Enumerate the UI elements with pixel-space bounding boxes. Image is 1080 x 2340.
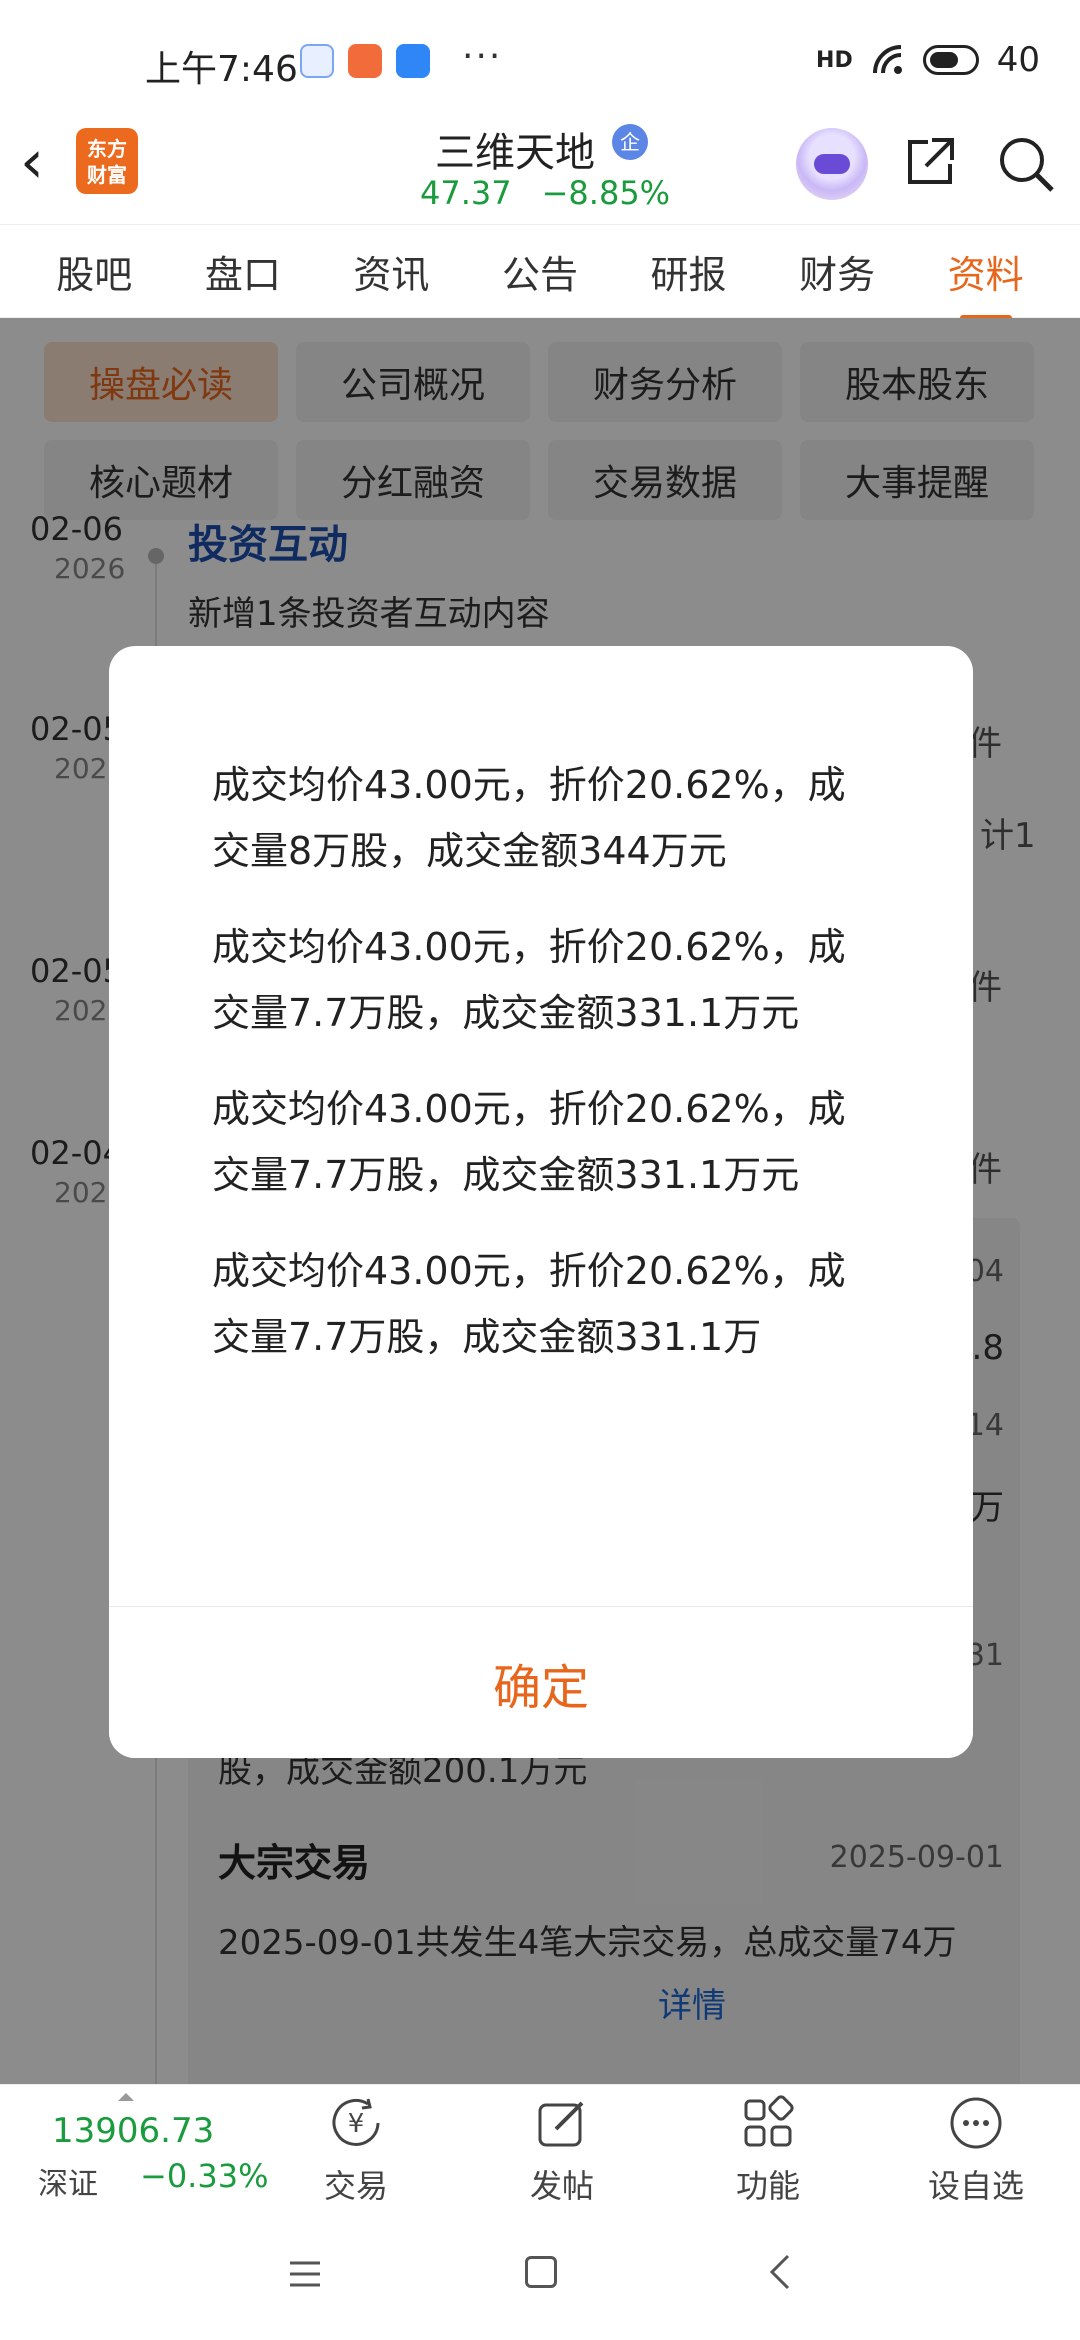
functions-label: 功能 [735, 2167, 800, 2205]
more-notifications-icon: ··· [462, 36, 503, 77]
logo-text-top: 东方 [87, 137, 127, 161]
trade-button[interactable]: ¥ 交易 [286, 2095, 426, 2207]
logo-text-bottom: 财富 [87, 163, 127, 187]
recent-apps-icon[interactable] [288, 2260, 322, 2288]
block-trade-dialog: 成交均价43.00元，折价20.62%，成交量8万股，成交金额344万元 成交均… [109, 646, 973, 1758]
post-button[interactable]: 发帖 [492, 2095, 632, 2207]
system-nav-bar [0, 2210, 1080, 2340]
tab-finance[interactable]: 财务 [799, 244, 875, 299]
stock-name: 三维天地 [435, 130, 595, 176]
deal-item: 成交均价43.00元，折价20.62%，成交量7.7万股，成交金额331.1万元 [212, 925, 846, 1035]
svg-text:¥: ¥ [348, 2109, 365, 2139]
tab-pankou[interactable]: 盘口 [205, 244, 281, 299]
status-right: HD 40 [816, 40, 1040, 80]
index-value[interactable]: 13906.73 [52, 2111, 214, 2151]
stock-tabs: 股吧 盘口 资讯 公告 研报 财务 资料 [0, 224, 1080, 321]
tab-guba[interactable]: 股吧 [56, 244, 132, 299]
search-icon[interactable] [996, 134, 1056, 194]
signal-icon: HD [816, 47, 853, 73]
trade-label: 交易 [323, 2167, 388, 2205]
status-bar: 上午7:46 ··· HD 40 [0, 0, 1080, 120]
tab-news[interactable]: 资讯 [353, 244, 429, 299]
status-app-icons [300, 44, 430, 78]
add-watchlist-button[interactable]: 设自选 [906, 2095, 1046, 2207]
index-name: 深证 [38, 2167, 98, 2202]
blue-app-icon [396, 44, 430, 78]
orange-app-icon [348, 44, 382, 78]
deal-item: 成交均价43.00元，折价20.62%，成交量8万股，成交金额344万元 [212, 763, 846, 873]
back-icon[interactable]: ‹ [20, 132, 44, 192]
functions-button[interactable]: 功能 [698, 2095, 838, 2207]
confirm-button[interactable]: 确定 [109, 1607, 973, 1758]
tab-announcements[interactable]: 公告 [502, 244, 578, 299]
tab-profile[interactable]: 资料 [948, 244, 1024, 321]
stock-quote: 47.37 −8.85% [420, 174, 670, 212]
yen-circle-icon: ¥ [332, 2098, 380, 2146]
home-icon[interactable] [525, 2256, 557, 2288]
dialog-body: 成交均价43.00元，折价20.62%，成交量8万股，成交金额344万元 成交均… [109, 646, 973, 1606]
enterprise-badge-icon: 企 [612, 124, 648, 160]
nav-back-icon[interactable] [768, 2252, 792, 2292]
status-time: 上午7:46 [145, 49, 298, 90]
more-circle-icon [950, 2097, 1002, 2149]
compass-app-icon [300, 44, 334, 78]
post-label: 发帖 [529, 2167, 594, 2205]
edit-icon [538, 2101, 584, 2147]
battery-icon [922, 45, 979, 75]
deal-item: 成交均价43.00元，折价20.62%，成交量7.7万股，成交金额331.1万元 [212, 1087, 846, 1197]
ai-assistant-avatar[interactable] [796, 128, 868, 200]
index-change: −0.33% [140, 2157, 269, 2195]
deal-item: 成交均价43.00元，折价20.62%，成交量7.7万股，成交金额331.1万 [212, 1249, 846, 1359]
add-watchlist-label: 设自选 [927, 2167, 1024, 2205]
tab-research[interactable]: 研报 [651, 244, 727, 299]
wifi-icon [872, 45, 902, 74]
stock-change: −8.85% [541, 174, 671, 212]
expand-caret-icon[interactable] [118, 2093, 134, 2101]
app-logo: 东方 财富 [76, 128, 138, 194]
grid-icon [744, 2095, 794, 2147]
share-icon[interactable] [902, 134, 958, 190]
bottom-toolbar: 13906.73 深证 −0.33% ¥ 交易 发帖 功能 设自选 [0, 2084, 1080, 2210]
stock-price: 47.37 [420, 174, 512, 212]
stock-header: ‹ 东方 财富 三维天地 企 47.37 −8.85% [0, 120, 1080, 224]
battery-level: 40 [996, 40, 1040, 80]
